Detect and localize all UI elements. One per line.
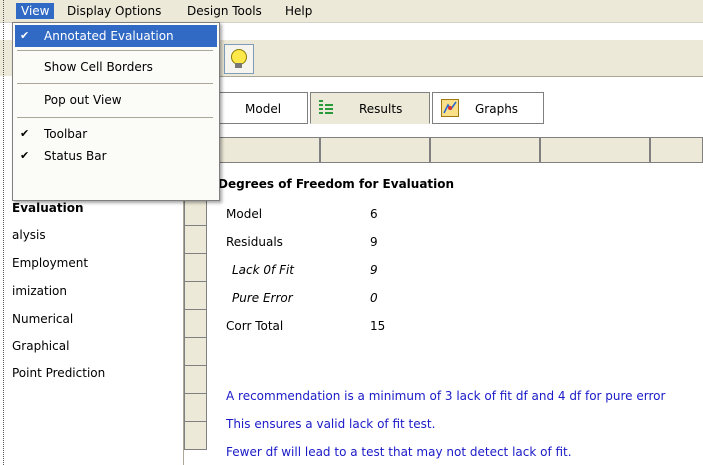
tab-model-label: Model — [245, 102, 282, 116]
menu-view[interactable]: View — [16, 3, 55, 19]
row-header[interactable] — [184, 254, 207, 282]
recommendation-note: Fewer df will lead to a test that may no… — [226, 445, 572, 459]
row-header[interactable] — [184, 366, 207, 394]
df-row-value: 9 — [370, 235, 378, 249]
menu-display-options[interactable]: Display Options — [62, 3, 166, 19]
df-row-label: Corr Total — [226, 319, 284, 333]
row-header[interactable] — [184, 226, 207, 254]
menu-item-show-cell-borders[interactable]: Show Cell Borders — [15, 56, 217, 78]
df-row-value: 6 — [370, 207, 378, 221]
menu-design-tools[interactable]: Design Tools — [182, 3, 267, 19]
df-row-label: Pure Error — [232, 291, 293, 305]
df-row-label: Lack 0f Fit — [232, 263, 295, 277]
row-header[interactable] — [184, 394, 207, 422]
nav-item-evaluation[interactable]: Evaluation — [12, 201, 84, 215]
graphs-icon — [441, 99, 459, 117]
menu-help[interactable]: Help — [280, 3, 317, 19]
row-header[interactable] — [184, 338, 207, 366]
df-row-label: Model — [226, 207, 263, 221]
column-header[interactable] — [320, 137, 430, 163]
df-row-value: 0 — [370, 291, 378, 305]
nav-item-employment[interactable]: Employment — [12, 256, 88, 270]
menu-item-pop-out-view[interactable]: Pop out View — [15, 89, 217, 111]
nav-item-optimization[interactable]: imization — [12, 284, 67, 298]
menu-bar: View Display Options Design Tools Help — [0, 0, 703, 23]
tab-graphs[interactable]: Graphs — [432, 92, 544, 124]
tab-results-label: Results — [359, 102, 403, 116]
menu-separator — [17, 117, 213, 118]
df-row-value: 15 — [370, 319, 386, 333]
row-header[interactable] — [184, 198, 207, 226]
tab-model[interactable]: Model — [214, 92, 308, 124]
column-header[interactable] — [430, 137, 540, 163]
checkmark-icon: ✔ — [20, 149, 30, 162]
menu-item-annotated-evaluation[interactable]: ✔ Annotated Evaluation — [15, 25, 217, 47]
nav-item-point-prediction[interactable]: Point Prediction — [12, 366, 105, 380]
view-menu-dropdown: ✔ Annotated Evaluation Show Cell Borders… — [12, 22, 220, 201]
evaluation-title: Degrees of Freedom for Evaluation — [218, 177, 455, 191]
nav-item-graphical[interactable]: Graphical — [12, 339, 69, 353]
column-header[interactable] — [650, 137, 703, 163]
nav-item-analysis[interactable]: alysis — [12, 228, 46, 242]
tab-graphs-label: Graphs — [475, 102, 519, 116]
recommendation-note: This ensures a valid lack of fit test. — [226, 417, 436, 431]
nav-item-numerical[interactable]: Numerical — [12, 312, 73, 326]
tab-results[interactable]: Results — [310, 92, 430, 124]
row-header[interactable] — [184, 310, 207, 338]
menu-item-status-bar[interactable]: ✔ Status Bar — [15, 145, 217, 167]
results-icon — [319, 99, 333, 117]
checkmark-icon: ✔ — [20, 127, 30, 140]
df-row-label: Residuals — [226, 235, 283, 249]
tab-strip: Model Results Graphs — [208, 86, 703, 130]
row-header[interactable] — [184, 282, 207, 310]
tip-button[interactable] — [224, 44, 254, 74]
recommendation-note: A recommendation is a minimum of 3 lack … — [226, 389, 666, 403]
column-header[interactable] — [540, 137, 650, 163]
menu-separator — [17, 50, 213, 51]
menu-separator — [17, 83, 213, 84]
row-headers — [184, 198, 207, 450]
column-header[interactable] — [208, 137, 320, 163]
tree-dotted-line — [3, 0, 4, 465]
menu-item-toolbar[interactable]: ✔ Toolbar — [15, 123, 217, 145]
df-row-value: 9 — [370, 263, 378, 277]
checkmark-icon: ✔ — [20, 29, 30, 42]
row-header[interactable] — [184, 422, 207, 450]
